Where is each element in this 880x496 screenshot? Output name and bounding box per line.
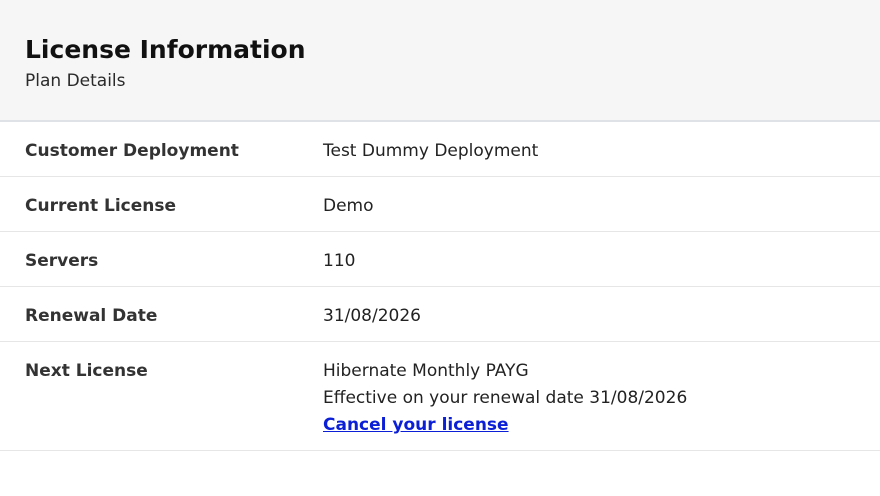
current-license-value: Demo: [323, 196, 374, 216]
detail-row-current-license: Current License Demo: [0, 177, 880, 232]
current-license-label: Current License: [25, 196, 177, 216]
detail-row-servers: Servers 110: [0, 232, 880, 287]
next-license-effective-text: Effective on your renewal date 31/08/202…: [323, 388, 688, 408]
renewal-date-value: 31/08/2026: [323, 306, 421, 326]
servers-value: 110: [323, 251, 356, 271]
license-information-panel: License Information Plan Details Custome…: [0, 0, 880, 496]
renewal-date-label: Renewal Date: [25, 306, 158, 326]
next-license-value: Hibernate Monthly PAYG Effective on your…: [323, 358, 855, 439]
detail-row-customer-deployment: Customer Deployment Test Dummy Deploymen…: [0, 122, 880, 177]
page-subtitle: Plan Details: [25, 71, 126, 91]
customer-deployment-value: Test Dummy Deployment: [323, 141, 539, 161]
page-title: License Information: [25, 35, 306, 64]
license-details-list: Customer Deployment Test Dummy Deploymen…: [0, 122, 880, 451]
cancel-license-link[interactable]: Cancel your license: [323, 412, 509, 439]
license-information-header: License Information Plan Details: [0, 0, 880, 122]
detail-row-renewal-date: Renewal Date 31/08/2026: [0, 287, 880, 342]
detail-row-next-license: Next License Hibernate Monthly PAYG Effe…: [0, 342, 880, 451]
customer-deployment-label: Customer Deployment: [25, 141, 239, 161]
servers-label: Servers: [25, 251, 99, 271]
next-license-label: Next License: [25, 361, 148, 381]
next-license-plan: Hibernate Monthly PAYG: [323, 361, 529, 381]
